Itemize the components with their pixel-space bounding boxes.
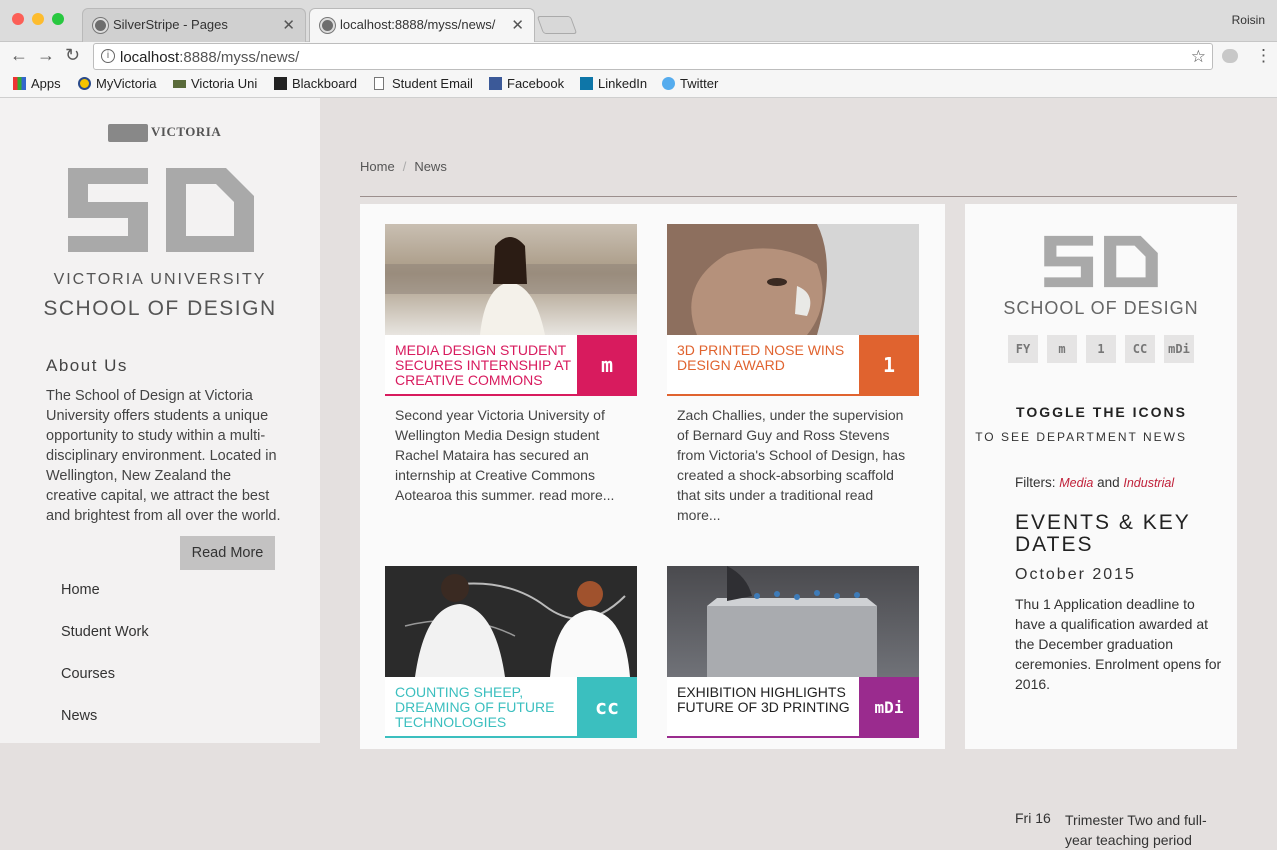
events-month: October 2015 bbox=[1015, 566, 1136, 583]
industrial-design-icon[interactable]: 1 bbox=[1086, 335, 1116, 363]
sidebar: VICTORIA VICTORIA UNIVERSITY SCHOOL OF D… bbox=[0, 98, 320, 743]
read-more-link[interactable]: read more... bbox=[539, 487, 614, 503]
close-icon[interactable]: ✕ bbox=[511, 16, 524, 34]
close-icon[interactable]: ✕ bbox=[282, 16, 295, 34]
new-tab-button[interactable] bbox=[536, 16, 578, 34]
about-text: The School of Design at Victoria Univers… bbox=[46, 388, 281, 524]
bookmark-student-email[interactable]: Student Email bbox=[374, 76, 473, 91]
sidebar-item-home[interactable]: Home bbox=[61, 582, 100, 598]
media-design-innovation-icon[interactable]: mDi bbox=[1164, 335, 1194, 363]
filter-industrial[interactable]: Industrial bbox=[1123, 476, 1174, 490]
article-image bbox=[667, 224, 919, 335]
silverstripe-favicon-icon bbox=[320, 18, 335, 33]
tab-silverstripe[interactable]: SilverStripe - Pages ✕ bbox=[82, 8, 306, 42]
breadcrumb-home[interactable]: Home bbox=[360, 159, 395, 174]
news-panel: MEDIA DESIGN STUDENT SECURES INTERNSHIP … bbox=[360, 204, 945, 749]
menu-icon[interactable]: ⋮ bbox=[1255, 46, 1272, 66]
right-sidebar: SCHOOL OF DESIGN FY m 1 CC mDi TOGGLE TH… bbox=[965, 204, 1237, 848]
bookmark-apps[interactable]: Apps bbox=[13, 76, 61, 91]
article-title[interactable]: 3D PRINTED NOSE WINS DESIGN AWARD bbox=[677, 343, 857, 373]
article-title[interactable]: COUNTING SHEEP, DREAMING OF FUTURE TECHN… bbox=[395, 685, 575, 730]
breadcrumb: Home / News bbox=[360, 159, 447, 174]
article-title-bar: MEDIA DESIGN STUDENT SECURES INTERNSHIP … bbox=[385, 335, 637, 396]
bookmark-facebook[interactable]: Facebook bbox=[489, 76, 564, 91]
victoria-logo[interactable]: VICTORIA bbox=[108, 124, 221, 143]
browser-tab-strip: SilverStripe - Pages ✕ localhost:8888/my… bbox=[0, 0, 1277, 42]
school-name: SCHOOL OF DESIGN bbox=[43, 297, 277, 320]
close-window-button[interactable] bbox=[12, 13, 24, 25]
article-title[interactable]: EXHIBITION HIGHLIGHTS FUTURE OF 3D PRINT… bbox=[677, 685, 857, 715]
filters: Filters: Media and Industrial bbox=[1015, 475, 1175, 490]
bookmark-linkedin[interactable]: LinkedIn bbox=[580, 76, 647, 91]
cloud-extension-icon[interactable] bbox=[1222, 49, 1238, 63]
page-icon bbox=[374, 77, 384, 90]
school-of-design-logo[interactable] bbox=[66, 166, 256, 254]
linkedin-icon bbox=[580, 77, 593, 90]
sidebar-item-news[interactable]: News bbox=[61, 708, 97, 724]
profile-name[interactable]: Roisin bbox=[1232, 13, 1265, 27]
events-title: EVENTS & KEY DATES bbox=[1015, 511, 1191, 556]
facebook-icon bbox=[489, 77, 502, 90]
bookmark-star-icon[interactable]: ☆ bbox=[1191, 47, 1206, 67]
event-date: Fri 16 bbox=[1015, 810, 1051, 826]
event-item: Thu 1 Application deadline to have a qua… bbox=[1015, 596, 1222, 692]
toggle-subtitle: TO SEE DEPARTMENT NEWS bbox=[975, 430, 1187, 444]
about-title: About Us bbox=[46, 356, 128, 375]
url-path: :8888/myss/news/ bbox=[179, 49, 300, 66]
twitter-icon bbox=[662, 77, 675, 90]
toggle-title: TOGGLE THE ICONS bbox=[1016, 404, 1187, 420]
bookmark-blackboard[interactable]: Blackboard bbox=[274, 76, 357, 91]
event-item: Trimester Two and full-year teaching per… bbox=[1065, 812, 1207, 848]
divider bbox=[360, 196, 1237, 197]
media-design-icon[interactable]: m bbox=[1047, 335, 1077, 363]
crest-icon bbox=[108, 124, 148, 143]
article-image bbox=[385, 566, 637, 677]
forward-icon[interactable]: → bbox=[37, 45, 55, 66]
culture-context-badge-icon: cc bbox=[577, 677, 637, 738]
read-more-button[interactable]: Read More bbox=[180, 536, 275, 570]
blackboard-icon bbox=[274, 77, 287, 90]
sidebar-item-courses[interactable]: Courses bbox=[61, 666, 115, 682]
back-icon[interactable]: ← bbox=[10, 45, 28, 66]
school-name: SCHOOL OF DESIGN bbox=[1003, 298, 1199, 318]
silverstripe-favicon-icon bbox=[93, 18, 108, 33]
tab-label: localhost:8888/myss/news/ bbox=[340, 17, 496, 32]
myvictoria-icon bbox=[78, 77, 91, 90]
tab-news[interactable]: localhost:8888/myss/news/ ✕ bbox=[309, 8, 535, 42]
article-title-bar: COUNTING SHEEP, DREAMING OF FUTURE TECHN… bbox=[385, 677, 637, 738]
sidebar-item-student-work[interactable]: Student Work bbox=[61, 624, 149, 640]
main-content: Home / News MEDIA DESIGN STUDENT SECURES I… bbox=[320, 98, 1277, 848]
browser-toolbar: ← → ↻ i localhost:8888/myss/news/ ☆ ⋮ bbox=[0, 42, 1277, 72]
article-title-bar: 3D PRINTED NOSE WINS DESIGN AWARD 1 bbox=[667, 335, 919, 396]
zoom-window-button[interactable] bbox=[52, 13, 64, 25]
bookmark-twitter[interactable]: Twitter bbox=[662, 76, 718, 91]
info-icon[interactable]: i bbox=[101, 49, 115, 63]
bookmark-victoria-uni[interactable]: Victoria Uni bbox=[173, 76, 257, 91]
url-host: localhost bbox=[120, 49, 180, 66]
culture-context-icon[interactable]: CC bbox=[1125, 335, 1155, 363]
filter-media[interactable]: Media bbox=[1059, 476, 1093, 490]
first-year-icon[interactable]: FY bbox=[1008, 335, 1038, 363]
media-design-badge-icon: m bbox=[577, 335, 637, 396]
bookmarks-bar: Apps MyVictoria Victoria Uni Blackboard … bbox=[0, 72, 1277, 98]
minimize-window-button[interactable] bbox=[32, 13, 44, 25]
industrial-design-badge-icon: 1 bbox=[859, 335, 919, 396]
bookmark-myvictoria[interactable]: MyVictoria bbox=[78, 76, 156, 91]
address-bar[interactable]: i localhost:8888/myss/news/ ☆ bbox=[93, 43, 1213, 70]
article-image bbox=[385, 224, 637, 335]
article-title[interactable]: MEDIA DESIGN STUDENT SECURES INTERNSHIP … bbox=[395, 343, 575, 388]
university-name: VICTORIA UNIVERSITY bbox=[53, 271, 267, 288]
article-excerpt: Zach Challies, under the supervision of … bbox=[677, 407, 906, 523]
department-icons: FY m 1 CC mDi bbox=[1008, 335, 1203, 363]
article-excerpt: Second year Victoria University of Welli… bbox=[395, 407, 615, 503]
article-title-bar: EXHIBITION HIGHLIGHTS FUTURE OF 3D PRINT… bbox=[667, 677, 919, 738]
reload-icon[interactable]: ↻ bbox=[65, 45, 80, 66]
tab-label: SilverStripe - Pages bbox=[113, 17, 228, 32]
article-image bbox=[667, 566, 919, 677]
victoria-uni-icon bbox=[173, 80, 186, 88]
apps-grid-icon bbox=[13, 77, 26, 90]
media-design-innovation-badge-icon: mDi bbox=[859, 677, 919, 738]
breadcrumb-current: News bbox=[414, 159, 447, 174]
school-of-design-logo[interactable] bbox=[1043, 234, 1159, 289]
